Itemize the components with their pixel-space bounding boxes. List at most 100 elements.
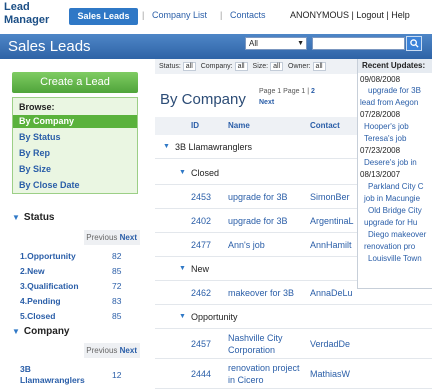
update-item[interactable]: job in Macungie [364, 194, 420, 203]
logo-line-1: Lead [4, 1, 30, 13]
update-item[interactable]: Desere's job in [364, 158, 417, 167]
update-date: 08/13/2007 [360, 170, 401, 179]
status-group-label: Opportunity [191, 312, 238, 322]
update-item[interactable]: Old Bridge City [368, 206, 422, 215]
status-group-label: New [191, 264, 210, 274]
status-count: 83 [112, 296, 122, 306]
cell-name: upgrade for 3B [228, 192, 288, 202]
status-count: 82 [112, 251, 122, 261]
pager-page-2[interactable]: 2 [311, 88, 315, 95]
update-date: 07/28/2008 [360, 110, 401, 119]
cell-contact: AnnHamilt [310, 240, 352, 250]
status-item-new[interactable]: 2.New 85 [20, 266, 136, 276]
top-navigation: Lead Manager Sales Leads | Company List … [0, 0, 432, 34]
cell-contact: MathiasW [310, 369, 351, 379]
status-item-opportunity[interactable]: 1.Opportunity 82 [20, 251, 136, 261]
company-section-header[interactable]: ▼ Company [12, 326, 69, 337]
status-item-closed[interactable]: 5.Closed 85 [20, 311, 136, 321]
nav-company-list[interactable]: Company List [152, 10, 207, 20]
collapse-triangle-icon: ▼ [12, 327, 20, 336]
collapse-triangle-icon: ▼ [12, 213, 20, 222]
update-date: 07/23/2008 [360, 146, 401, 155]
status-pager-next[interactable]: Next [120, 233, 137, 242]
search-input[interactable] [312, 37, 405, 50]
filter-status[interactable]: all [182, 62, 196, 71]
status-label: 5.Closed [20, 311, 56, 321]
cell-id: 2444 [191, 369, 212, 379]
company-label: 3B Llamawranglers [20, 364, 85, 385]
update-item[interactable]: Louisville Town [368, 254, 422, 263]
status-item-pending[interactable]: 4.Pending 83 [20, 296, 136, 306]
update-item[interactable]: Diego makeover [368, 230, 426, 239]
recent-updates-title: Recent Updates: [358, 59, 432, 73]
search-button[interactable] [406, 36, 422, 51]
column-id[interactable]: ID [191, 121, 199, 130]
create-lead-button[interactable]: Create a Lead [12, 72, 138, 93]
filter-label: Status: [159, 63, 181, 70]
pager-next[interactable]: Next [259, 97, 315, 108]
cell-name: Nashville City Corporation [228, 333, 283, 355]
update-item[interactable]: lead from Aegon [360, 98, 418, 107]
status-group-label: Closed [191, 168, 220, 178]
status-item-qualification[interactable]: 3.Qualification 72 [20, 281, 136, 291]
nav-contacts[interactable]: Contacts [230, 10, 266, 20]
browse-by-status[interactable]: By Status [13, 131, 137, 144]
collapse-triangle-icon: ▼ [179, 313, 186, 320]
table-row[interactable]: 2444 renovation project in Cicero Mathia… [155, 359, 432, 389]
recent-updates-panel: Recent Updates: 09/08/2008 upgrade for 3… [357, 59, 432, 289]
cell-id: 2402 [191, 216, 212, 226]
filter-label: Size: [252, 63, 269, 70]
update-item[interactable]: upgrade for 3B [368, 86, 421, 95]
browse-by-size[interactable]: By Size [13, 163, 137, 176]
update-item[interactable]: Parkland City C [368, 182, 424, 191]
column-contact[interactable]: Contact [310, 121, 340, 130]
search-icon [409, 39, 419, 48]
user-links[interactable]: ANONYMOUS | Logout | Help [290, 10, 410, 20]
filter-label: Owner: [288, 63, 311, 70]
update-item[interactable]: renovation pro [364, 242, 415, 251]
update-item[interactable]: Hooper's job [364, 122, 409, 131]
status-count: 85 [112, 311, 122, 321]
filter-size[interactable]: all [270, 62, 284, 71]
filter-select[interactable]: All ▼ [245, 37, 307, 50]
title-bar: Sales Leads All ▼ [0, 34, 432, 59]
status-count: 85 [112, 266, 122, 276]
status-label: 1.Opportunity [20, 251, 76, 261]
update-date: 09/08/2008 [360, 75, 401, 84]
table-row[interactable]: 2457 Nashville City Corporation VerdadDe [155, 329, 432, 359]
status-pager-previous[interactable]: Previous [86, 233, 117, 242]
company-item[interactable]: 3B Llamawranglers [20, 364, 90, 386]
company-pager-next[interactable]: Next [120, 346, 137, 355]
column-name[interactable]: Name [228, 121, 250, 130]
browse-panel: Browse: By Company By Status By Rep By S… [12, 97, 138, 194]
company-count: 12 [112, 370, 122, 380]
filter-company[interactable]: all [234, 62, 248, 71]
status-label: 2.New [20, 266, 45, 276]
browse-by-close-date[interactable]: By Close Date [13, 179, 137, 192]
status-group-row[interactable]: ▼ Opportunity [155, 305, 432, 329]
chevron-down-icon: ▼ [297, 40, 304, 47]
pager-text: Page 1 Page 1 | [259, 88, 310, 95]
nav-sales-leads[interactable]: Sales Leads [69, 8, 138, 25]
cell-id: 2457 [191, 339, 212, 349]
results-pager: Page 1 Page 1 | 2 Next [259, 86, 315, 108]
status-section-header[interactable]: ▼ Status [12, 212, 54, 223]
nav-separator: | [220, 10, 223, 20]
cell-contact: ArgentinaL [310, 216, 354, 226]
cell-name: makeover for 3B [228, 288, 295, 298]
collapse-triangle-icon: ▼ [179, 169, 186, 176]
logo-line-2: Manager [4, 14, 50, 26]
update-item[interactable]: upgrade for Hu [364, 218, 417, 227]
sidebar: Create a Lead Browse: By Company By Stat… [0, 59, 155, 391]
cell-name: upgrade for 3B [228, 216, 288, 226]
app-logo[interactable]: Lead Manager [4, 1, 49, 27]
update-item[interactable]: Teresa's job [364, 134, 406, 143]
status-section-title: Status [23, 212, 55, 223]
company-pager-previous[interactable]: Previous [86, 346, 117, 355]
filter-owner[interactable]: all [312, 62, 326, 71]
browse-by-rep[interactable]: By Rep [13, 147, 137, 160]
status-label: 3.Qualification [20, 281, 79, 291]
browse-by-company[interactable]: By Company [13, 115, 137, 128]
collapse-triangle-icon: ▼ [163, 143, 170, 150]
cell-id: 2453 [191, 192, 212, 202]
